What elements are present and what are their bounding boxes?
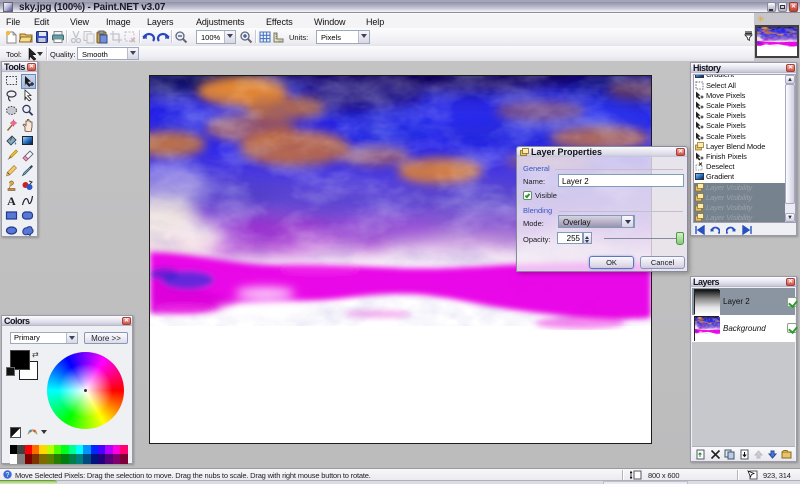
svg-text:?: ? — [6, 472, 10, 479]
svg-text:A: A — [7, 194, 16, 207]
